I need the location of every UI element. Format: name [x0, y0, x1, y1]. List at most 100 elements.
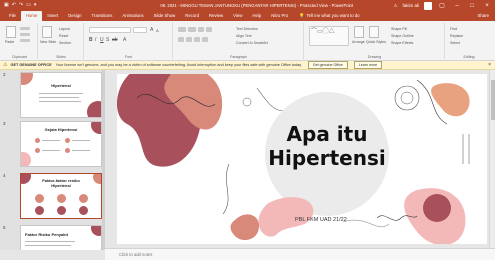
- scrollbar-thumb[interactable]: [491, 80, 495, 120]
- close-icon[interactable]: ×: [482, 3, 492, 9]
- font-name-dropdown[interactable]: [89, 27, 131, 33]
- italic-icon[interactable]: I: [95, 37, 96, 43]
- font-color-icon[interactable]: A: [123, 37, 126, 43]
- tab-animations[interactable]: Animations: [117, 11, 148, 21]
- current-slide[interactable]: Apa itu Hipertensi PBL FKM UAD 21/22: [117, 74, 487, 244]
- decrease-indent-icon[interactable]: [198, 27, 204, 32]
- shrink-font-icon[interactable]: A: [156, 28, 159, 33]
- thumbnail-slide-2[interactable]: Hipertensi: [20, 72, 102, 118]
- tab-slide-show[interactable]: Slide Show: [149, 11, 181, 21]
- share-button[interactable]: Share: [478, 11, 495, 21]
- bullets-icon[interactable]: [178, 27, 186, 32]
- thumbnail-circle: [79, 206, 88, 215]
- maximize-icon[interactable]: □: [467, 3, 477, 9]
- user-name[interactable]: fakim ali: [402, 3, 419, 8]
- arrange-label[interactable]: Arrange: [352, 40, 365, 44]
- ribbon-tabs: File Home Insert Design Transitions Anim…: [0, 11, 495, 21]
- group-label-editing: Editing: [463, 55, 475, 59]
- new-slide-label[interactable]: New Slide: [40, 40, 56, 44]
- customize-icon[interactable]: ▾: [34, 0, 37, 11]
- grow-font-icon[interactable]: A: [150, 27, 153, 33]
- copy-icon[interactable]: [20, 33, 30, 36]
- paste-icon[interactable]: [6, 26, 16, 38]
- tab-transitions[interactable]: Transitions: [87, 11, 118, 21]
- tab-help[interactable]: Help: [247, 11, 266, 21]
- thumbnail-blob: [87, 101, 101, 117]
- salmon-blob: [230, 214, 259, 241]
- notes-pane[interactable]: Click to add notes: [105, 248, 495, 260]
- notes-placeholder[interactable]: Click to add notes: [119, 252, 152, 257]
- thumbnail-text-line: [42, 150, 60, 151]
- tab-review[interactable]: Review: [204, 11, 228, 21]
- undo-icon[interactable]: ↶: [12, 0, 16, 11]
- tab-home[interactable]: Home: [20, 11, 43, 21]
- align-center-icon[interactable]: [186, 37, 192, 42]
- tell-me-search[interactable]: Tell me what you want to do: [307, 11, 360, 21]
- arrange-icon[interactable]: [354, 26, 364, 38]
- slide-footer[interactable]: PBL FKM UAD 21/22: [295, 217, 347, 223]
- present-icon[interactable]: ▭: [26, 0, 31, 11]
- slide-scrollbar[interactable]: [489, 70, 495, 250]
- quick-styles-label[interactable]: Quick Styles: [366, 40, 386, 44]
- tab-design[interactable]: Design: [63, 11, 86, 21]
- reset-button[interactable]: Reset: [59, 34, 68, 38]
- quick-styles-icon[interactable]: [369, 26, 379, 38]
- strikethrough-icon[interactable]: ab: [112, 37, 118, 43]
- numbering-icon[interactable]: [188, 27, 196, 32]
- thumbnail-title: Hipertensi: [51, 83, 71, 88]
- paste-label[interactable]: Paste: [5, 40, 14, 44]
- align-right-icon[interactable]: [194, 37, 200, 42]
- shape-fill-button[interactable]: Shape Fill: [391, 27, 407, 31]
- thumbnail-blob: [21, 152, 31, 166]
- orange-blob: [431, 83, 470, 117]
- avatar[interactable]: [424, 1, 432, 10]
- text-direction-button[interactable]: Text Direction: [236, 27, 258, 31]
- align-left-icon[interactable]: [178, 37, 184, 42]
- bold-icon[interactable]: B: [89, 37, 93, 43]
- thumbnail-slide-4[interactable]: Faktor-faktor resiko Hipertensi: [20, 173, 102, 219]
- cut-icon[interactable]: [20, 27, 30, 30]
- thumbnail-text-line: [39, 93, 83, 94]
- shape-outline-button[interactable]: Shape Outline: [391, 34, 414, 38]
- font-size-dropdown[interactable]: [133, 27, 147, 33]
- find-button[interactable]: Find: [450, 27, 457, 31]
- tab-nitro-pro[interactable]: Nitro Pro: [266, 11, 293, 21]
- minimize-icon[interactable]: –: [452, 3, 462, 9]
- new-slide-icon[interactable]: [42, 26, 52, 38]
- ribbon-display-icon[interactable]: ▢: [437, 2, 447, 9]
- slide-title-line-2: Hipertensi: [268, 146, 386, 170]
- section-button[interactable]: Section: [59, 41, 71, 45]
- layout-button[interactable]: Layout: [59, 27, 70, 31]
- tab-record[interactable]: Record: [180, 11, 204, 21]
- thumbnail-slide-5[interactable]: Faktor Risiko Penyakit: [20, 225, 102, 250]
- thumbnail-bullet-icon: [35, 148, 40, 153]
- lightbulb-icon: 💡: [299, 13, 305, 18]
- tab-file[interactable]: File: [4, 11, 21, 21]
- thumbnail-number: 5: [3, 225, 6, 230]
- replace-button[interactable]: Replace: [450, 34, 463, 38]
- get-genuine-office-button[interactable]: Get genuine Office: [307, 61, 348, 69]
- select-button[interactable]: Select: [450, 41, 460, 45]
- shape-effects-button[interactable]: Shape Effects: [391, 41, 413, 45]
- tab-insert[interactable]: Insert: [42, 11, 63, 21]
- group-paragraph: Text Direction Align Text Convert to Sma…: [174, 23, 304, 59]
- window-title: 08. 2021 - MINGGU TEMAN JANTUNGKU (PENGA…: [160, 3, 354, 8]
- justify-icon[interactable]: [202, 37, 208, 42]
- align-text-button[interactable]: Align Text: [236, 34, 252, 38]
- thumbnail-slide-3[interactable]: Gejala Hipertensi: [20, 121, 102, 167]
- thumbnail-bullet-icon: [65, 138, 70, 143]
- redo-icon[interactable]: ↷: [19, 0, 23, 11]
- convert-smartart-button[interactable]: Convert to SmartArt: [236, 41, 268, 45]
- slide-title[interactable]: Apa itu Hipertensi: [267, 122, 387, 170]
- save-icon[interactable]: ▣: [4, 0, 9, 11]
- group-clipboard: Paste Clipboard: [2, 23, 38, 59]
- increase-indent-icon[interactable]: [206, 27, 212, 32]
- close-icon[interactable]: ×: [488, 62, 491, 68]
- shadow-icon[interactable]: S: [106, 37, 109, 43]
- group-label-font: Font: [124, 55, 133, 59]
- learn-more-button[interactable]: Learn more: [353, 61, 383, 69]
- underline-icon[interactable]: U: [100, 37, 104, 43]
- format-painter-icon[interactable]: [20, 39, 30, 42]
- tab-view[interactable]: View: [228, 11, 247, 21]
- outline-circle: [394, 85, 420, 111]
